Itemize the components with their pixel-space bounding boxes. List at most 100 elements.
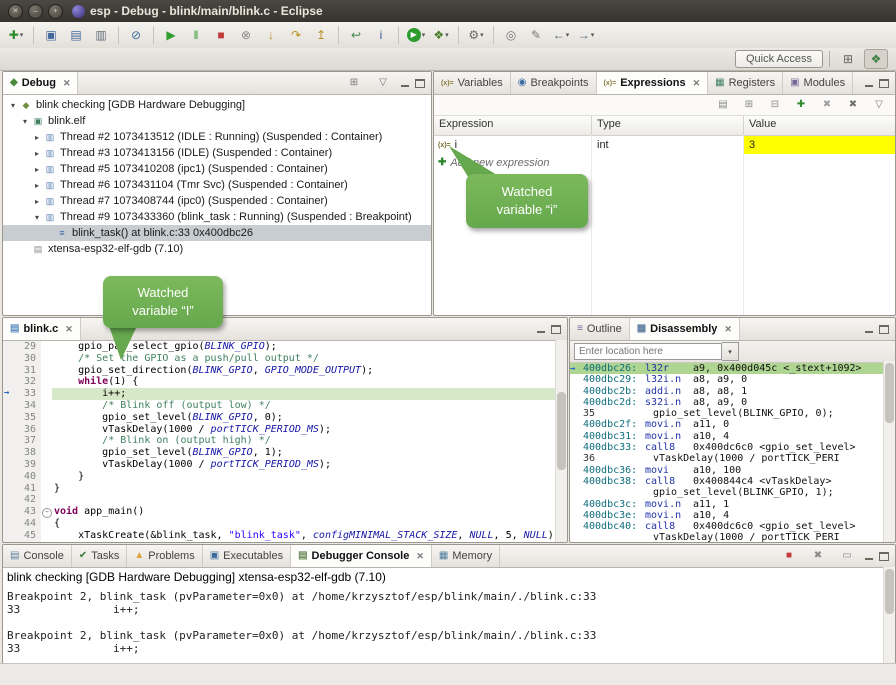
tab-memory[interactable]: ▦Memory [432,545,500,567]
search-button[interactable]: ◎ [499,25,523,45]
disassembly-instruction[interactable]: 400dbc3e:movi.na10, 4 [570,510,895,521]
tab-outline[interactable]: ≡Outline [570,318,630,340]
debug-button[interactable]: ❖▾ [429,25,453,45]
maximize-icon[interactable] [551,325,561,334]
disassembly-instruction[interactable]: 400dbc40:call80x400dc6c0 <gpio_set_level… [570,521,895,532]
debug-tree-item[interactable]: ▸▥Thread #7 1073408744 (ipc0) (Suspended… [3,193,431,209]
window-minimize-button[interactable]: – [28,4,43,19]
disassembly-source-line[interactable]: 35gpio_set_level(BLINK_GPIO, 0); [570,408,895,419]
code-line[interactable]: 37 /* Blink on (output high) */ [3,435,567,447]
maximize-icon[interactable] [879,325,889,334]
collapse-all-icon[interactable]: ⊟ [763,95,787,115]
run-button[interactable]: ▶▾ [404,25,428,45]
debug-tree-item[interactable]: ▾▣blink.elf [3,113,431,129]
tab-console[interactable]: ▤Console [3,545,72,567]
code-line[interactable]: →33 i++; [3,388,567,400]
fold-marker-icon[interactable]: − [42,508,52,518]
disassembly-instruction[interactable]: 400dbc36:movia10, 100 [570,465,895,476]
annotation-ruler[interactable] [3,341,16,353]
location-dropdown-icon[interactable]: ▾ [722,342,739,361]
tab-disassembly[interactable]: ▦Disassembly✕ [630,318,740,340]
maximize-icon[interactable] [879,79,889,88]
annotation-ruler[interactable] [3,412,16,424]
code-line[interactable]: 34 /* Blink off (output low) */ [3,400,567,412]
code-line[interactable]: 40 } [3,471,567,483]
code-line[interactable]: 31 gpio_set_direction(BLINK_GPIO, GPIO_M… [3,365,567,377]
annotation-ruler[interactable] [3,483,16,495]
column-header-value[interactable]: Value [744,116,895,135]
console-lines[interactable]: Breakpoint 2, blink_task (pvParameter=0x… [3,589,895,656]
minimize-icon[interactable] [536,325,546,334]
disassembly-instruction[interactable]: 400dbc2b:addi.na8, a8, 1 [570,386,895,397]
code-line[interactable]: 42 [3,494,567,506]
skip-all-breakpoints-button[interactable]: ⊘ [124,25,148,45]
annotation-ruler[interactable] [3,424,16,436]
annotation-ruler[interactable] [3,506,16,518]
tab-variables[interactable]: (x)=Variables [434,72,511,94]
code-line[interactable]: 44{ [3,518,567,530]
quick-access-button[interactable]: Quick Access [735,50,823,68]
annotation-ruler[interactable] [3,400,16,412]
annotation-ruler[interactable] [3,530,16,542]
disassembly-instruction[interactable]: 400dbc31:movi.na10, 4 [570,431,895,442]
step-return-button[interactable]: ↥ [309,25,333,45]
debug-perspective-button[interactable]: ❖ [864,49,888,69]
code-line[interactable]: 32 while(1) { [3,376,567,388]
code-line[interactable]: 36 vTaskDelay(1000 / portTICK_PERIOD_MS)… [3,424,567,436]
column-header-expression[interactable]: Expression [434,116,592,135]
minimize-icon[interactable] [864,325,874,334]
annotation-ruler[interactable] [3,365,16,377]
view-menu-icon[interactable]: ▽ [867,95,891,115]
disconnect-button[interactable]: ⊗ [234,25,258,45]
scrollbar-thumb[interactable] [885,569,894,614]
maximize-icon[interactable] [879,552,889,561]
code-line[interactable]: 38 gpio_set_level(BLINK_GPIO, 1); [3,447,567,459]
tab-modules[interactable]: ▣Modules [783,72,853,94]
step-over-button[interactable]: ↷ [284,25,308,45]
close-tab-icon[interactable]: ✕ [65,324,73,335]
expand-arrow-icon[interactable]: ▸ [31,197,43,206]
expand-arrow-icon[interactable]: ▸ [31,133,43,142]
disassembly-instruction[interactable]: 400dbc38:call80x400844c4 <vTaskDelay> [570,476,895,487]
disassembly-instruction[interactable]: →400dbc26:l32ra9, 0x400d045c <_stext+109… [570,363,895,374]
drop-to-frame-button[interactable]: ↩ [344,25,368,45]
annotation-ruler[interactable] [3,376,16,388]
debug-tree-item[interactable]: ▸▥Thread #3 1073413156 (IDLE) (Suspended… [3,145,431,161]
external-tools-button[interactable]: ⚙▾ [464,25,488,45]
debug-tree-item[interactable]: ▾▥Thread #9 1073433360 (blink_task : Run… [3,209,431,225]
clear-console-icon[interactable]: ▭ [835,546,859,566]
disassembly-scrollbar[interactable] [883,361,895,542]
close-tab-icon[interactable]: ✕ [63,78,71,89]
window-maximize-button[interactable]: + [48,4,63,19]
window-close-button[interactable]: ✕ [8,4,23,19]
code-line[interactable]: 29 gpio_pad_select_gpio(BLINK_GPIO); [3,341,567,353]
tab-registers[interactable]: ▦Registers [708,72,783,94]
resume-button[interactable]: ▶ [159,25,183,45]
show-type-names-icon[interactable]: ▤ [711,95,735,115]
tab-expressions[interactable]: (x)=Expressions✕ [597,72,709,94]
add-expression-icon[interactable]: ✚ [789,95,813,115]
location-input[interactable] [574,343,722,360]
debug-tree-item[interactable]: ▸▥Thread #5 1073410208 (ipc1) (Suspended… [3,161,431,177]
annotation-ruler[interactable] [3,518,16,530]
view-menu-icon[interactable]: ▽ [371,73,395,93]
annotation-ruler[interactable] [3,459,16,471]
code-line[interactable]: 35 gpio_set_level(BLINK_GPIO, 0); [3,412,567,424]
scrollbar-thumb[interactable] [557,392,566,470]
debug-tree-item[interactable]: ▸▥Thread #2 1073413512 (IDLE : Running) … [3,129,431,145]
debug-tree-item[interactable]: ▤xtensa-esp32-elf-gdb (7.10) [3,241,431,257]
code-line[interactable]: 41} [3,483,567,495]
debug-tree-item[interactable]: ≡blink_task() at blink.c:33 0x400dbc26 [3,225,431,241]
annotation-ruler[interactable] [3,471,16,483]
thread-grouping-icon[interactable]: ⊞ [342,73,366,93]
remove-expression-icon[interactable]: ✖ [815,95,839,115]
disassembly-instruction[interactable]: 400dbc33:call80x400dc6c0 <gpio_set_level… [570,442,895,453]
close-tab-icon[interactable]: ✕ [416,551,424,562]
forward-button[interactable]: →▾ [574,25,598,45]
expand-arrow-icon[interactable]: ▸ [31,181,43,190]
annotation-ruler[interactable]: → [3,388,16,400]
tab-blink-c[interactable]: ▤blink.c✕ [3,318,81,340]
show-logical-structures-icon[interactable]: ⊞ [737,95,761,115]
maximize-icon[interactable] [415,79,425,88]
disassembly-instruction[interactable]: 400dbc2f:movi.na11, 0 [570,419,895,430]
